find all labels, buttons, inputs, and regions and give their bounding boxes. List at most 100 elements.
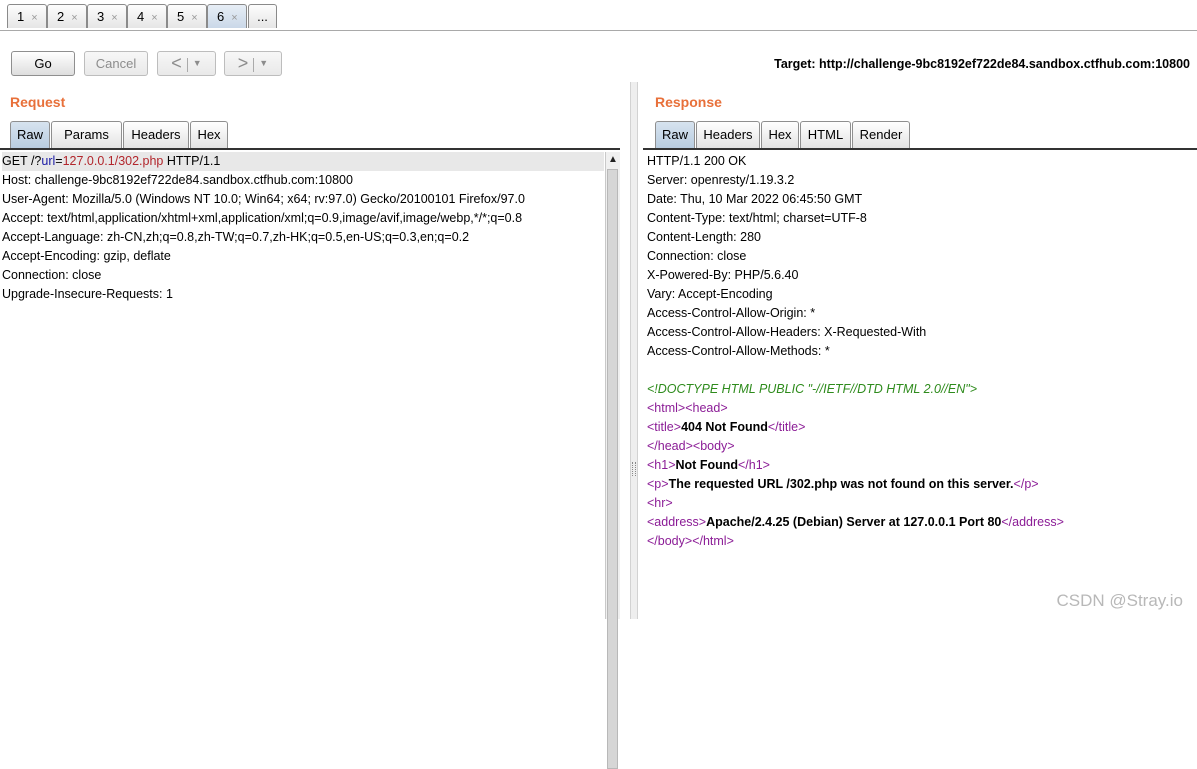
response-header-line: Content-Type: text/html; charset=UTF-8 — [647, 211, 867, 225]
scroll-up-icon[interactable]: ▲ — [608, 154, 618, 165]
response-header-line: Content-Length: 280 — [647, 230, 761, 244]
response-title: Response — [655, 94, 722, 110]
request-header-line: User-Agent: Mozilla/5.0 (Windows NT 10.0… — [2, 192, 525, 206]
chevron-down-icon[interactable]: ▼ — [259, 58, 268, 68]
body-line: </head><body> — [647, 437, 1195, 456]
request-header-line: Accept-Language: zh-CN,zh;q=0.8,zh-TW;q=… — [2, 230, 470, 244]
body-line: <address>Apache/2.4.25 (Debian) Server a… — [647, 513, 1195, 532]
more-tabs-button[interactable]: ... — [248, 4, 277, 28]
tab-6[interactable]: 6 × — [207, 4, 247, 28]
grip-icon — [632, 462, 636, 476]
response-header-line: Access-Control-Allow-Headers: X-Requeste… — [647, 325, 927, 339]
body-line: </body></html> — [647, 532, 1195, 551]
request-protocol: HTTP/1.1 — [163, 154, 221, 168]
close-icon[interactable]: × — [31, 12, 37, 24]
html-tag: </body> — [647, 534, 693, 548]
chevron-down-icon[interactable]: ▼ — [193, 58, 202, 68]
tab-raw[interactable]: Raw — [10, 121, 50, 148]
tab-2[interactable]: 2 × — [47, 4, 87, 28]
divider — [643, 148, 1197, 150]
response-header-line: Server: openresty/1.19.3.2 — [647, 173, 795, 187]
html-tag: <p> — [647, 477, 669, 491]
tab-label: 5 — [177, 9, 185, 24]
tab-render[interactable]: Render — [852, 121, 910, 148]
forward-button[interactable]: > ▼ — [224, 51, 282, 76]
html-tag: </p> — [1013, 477, 1039, 491]
watermark: CSDN @Stray.io — [1056, 591, 1183, 610]
tab-label: 3 — [97, 9, 105, 24]
close-icon[interactable]: × — [111, 12, 117, 24]
close-icon[interactable]: × — [231, 12, 237, 24]
divider — [253, 57, 255, 72]
tab-label: 2 — [57, 9, 65, 24]
response-header-line: Access-Control-Allow-Origin: * — [647, 306, 816, 320]
tab-label: 6 — [217, 9, 225, 24]
target-label[interactable]: Target: http://challenge-9bc8192ef722de8… — [774, 57, 1190, 71]
tab-4[interactable]: 4 × — [127, 4, 167, 28]
html-text: Not Found — [675, 458, 738, 472]
response-header-line: X-Powered-By: PHP/5.6.40 — [647, 268, 799, 282]
html-tag: </title> — [767, 420, 806, 434]
request-scrollbar[interactable]: ▲ — [605, 152, 620, 769]
html-tag: </address> — [1001, 515, 1064, 529]
request-header-line: Host: challenge-9bc8192ef722de84.sandbox… — [2, 173, 353, 187]
request-header-line: Accept: text/html,application/xhtml+xml,… — [2, 211, 523, 225]
tab-headers[interactable]: Headers — [123, 121, 189, 148]
response-header-line: Connection: close — [647, 249, 747, 263]
tab-html[interactable]: HTML — [800, 121, 851, 148]
tab-raw[interactable]: Raw — [655, 121, 695, 148]
request-header-line: Upgrade-Insecure-Requests: 1 — [2, 287, 173, 301]
go-button[interactable]: Go — [11, 51, 75, 76]
response-header-line: Vary: Accept-Encoding — [647, 287, 773, 301]
pane-splitter[interactable] — [630, 82, 638, 619]
tab-hex[interactable]: Hex — [190, 121, 228, 148]
body-line: <hr> — [647, 494, 1195, 513]
response-header-line: Date: Thu, 10 Mar 2022 06:45:50 GMT — [647, 192, 863, 206]
tab-label: 4 — [137, 9, 145, 24]
tab-3[interactable]: 3 × — [87, 4, 127, 28]
request-title: Request — [10, 94, 66, 110]
chevron-left-icon: < — [171, 53, 182, 73]
html-tag: <hr> — [647, 496, 673, 510]
html-tag: </html> — [692, 534, 734, 548]
query-param-value: 127.0.0.1/302.php — [62, 154, 164, 168]
body-line: <html><head> — [647, 399, 1195, 418]
html-tag: </head> — [647, 439, 693, 453]
close-icon[interactable]: × — [191, 12, 197, 24]
back-button[interactable]: < ▼ — [157, 51, 216, 76]
request-header-line: Accept-Encoding: gzip, deflate — [2, 249, 171, 263]
chevron-right-icon: > — [237, 53, 249, 73]
response-editor[interactable]: HTTP/1.1 200 OK Server: openresty/1.19.3… — [647, 152, 1195, 619]
request-header-line: Connection: close — [2, 268, 102, 282]
request-method: GET /? — [2, 154, 42, 168]
body-line: <title>404 Not Found</title> — [647, 418, 1195, 437]
request-tabs-strip: 1 × 2 × 3 × 4 × 5 × 6 × ... — [0, 0, 1197, 31]
close-icon[interactable]: × — [151, 12, 157, 24]
tab-1[interactable]: 1 × — [7, 4, 47, 28]
body-line: <p>The requested URL /302.php was not fo… — [647, 475, 1195, 494]
html-tag: <body> — [692, 439, 735, 453]
scrollbar-thumb[interactable] — [607, 169, 618, 769]
body-doctype: <!DOCTYPE HTML PUBLIC "-//IETF//DTD HTML… — [647, 382, 978, 396]
tab-hex[interactable]: Hex — [761, 121, 799, 148]
response-header-line: Access-Control-Allow-Methods: * — [647, 344, 830, 358]
query-equals: = — [55, 154, 63, 168]
cancel-button[interactable]: Cancel — [84, 51, 148, 76]
request-editor[interactable]: GET /?url=127.0.0.1/302.php HTTP/1.1 Hos… — [2, 152, 604, 619]
html-tag: <h1> — [647, 458, 676, 472]
html-tag: <html> — [647, 401, 686, 415]
body-line: <h1>Not Found</h1> — [647, 456, 1195, 475]
html-tag: </h1> — [738, 458, 770, 472]
close-icon[interactable]: × — [71, 12, 77, 24]
html-text: The requested URL /302.php was not found… — [668, 477, 1014, 491]
query-param-name: url — [41, 154, 56, 168]
tab-5[interactable]: 5 × — [167, 4, 207, 28]
request-line: GET /?url=127.0.0.1/302.php HTTP/1.1 — [2, 152, 604, 171]
tab-params[interactable]: Params — [51, 121, 122, 148]
html-text: 404 Not Found — [681, 420, 768, 434]
html-tag: <head> — [685, 401, 728, 415]
divider — [0, 148, 620, 150]
tab-label: 1 — [17, 9, 25, 24]
tab-headers[interactable]: Headers — [696, 121, 760, 148]
